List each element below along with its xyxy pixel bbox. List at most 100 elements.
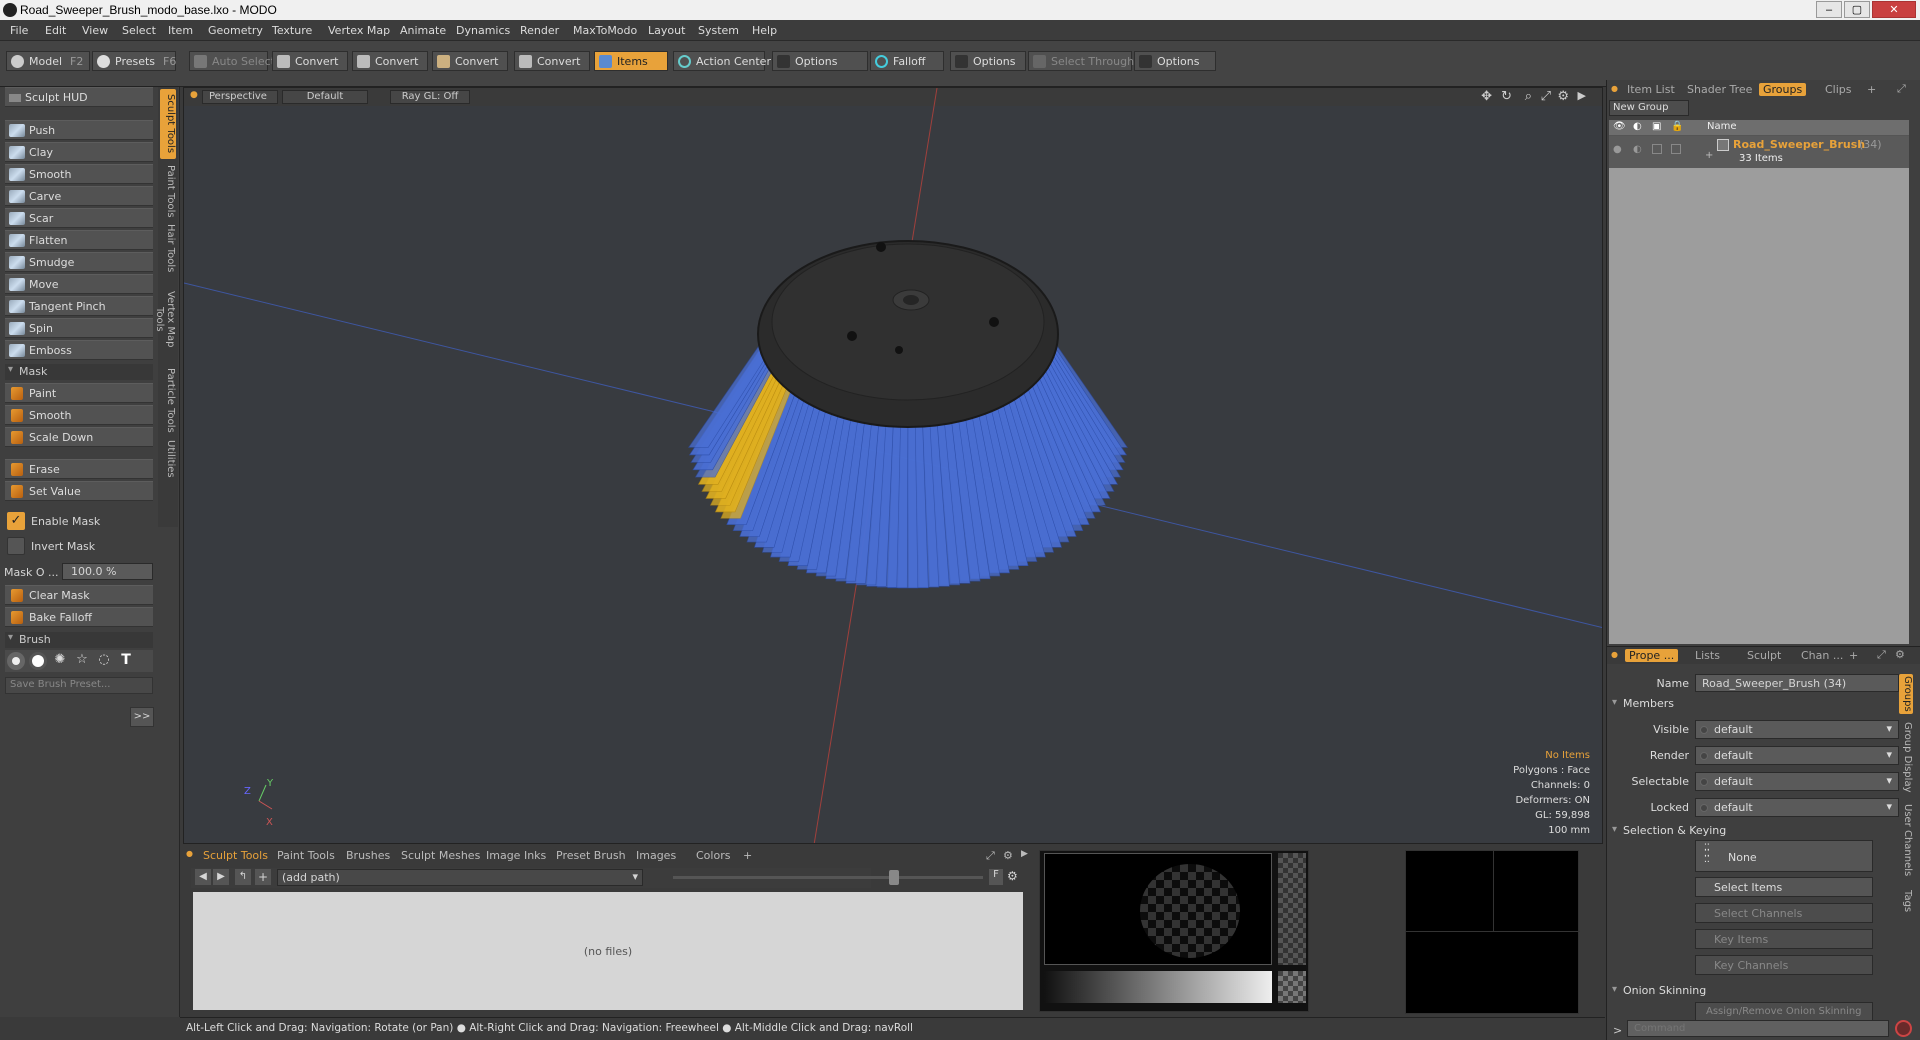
convert-edges-button[interactable]: Convert xyxy=(352,51,428,71)
mask-smooth-button[interactable]: Smooth xyxy=(5,405,153,425)
key-items-button[interactable]: Key Items xyxy=(1695,929,1873,949)
maximize-panel-icon[interactable]: ⤢ xyxy=(1897,82,1906,96)
save-brush-preset-button[interactable]: Save Brush Preset... xyxy=(5,677,153,694)
tab-groups-vertical[interactable]: Groups xyxy=(1899,674,1913,714)
forward-icon[interactable]: ▶ xyxy=(213,869,229,885)
falloff-options-button[interactable]: Options xyxy=(950,51,1026,71)
tab-image-inks[interactable]: Image Inks xyxy=(486,849,546,862)
key-channels-button[interactable]: Key Channels xyxy=(1695,955,1873,975)
none-button[interactable]: ⁚⁚ ⁚⁚ ⁚⁚ None xyxy=(1695,840,1873,872)
set-value-button[interactable]: Set Value xyxy=(5,481,153,501)
tool-emboss[interactable]: Emboss xyxy=(5,340,153,360)
convert-vertices-button[interactable]: Convert xyxy=(272,51,348,71)
tab-paint-tools-bottom[interactable]: Paint Tools xyxy=(277,849,335,862)
close-icon[interactable]: ✕ xyxy=(1872,1,1916,18)
tab-lists[interactable]: Lists xyxy=(1695,649,1720,662)
menu-file[interactable]: File xyxy=(10,24,28,37)
panel-maximize-icon[interactable]: ⤢ xyxy=(986,849,995,863)
select-options-button[interactable]: Options xyxy=(1134,51,1216,71)
browser-settings-icon[interactable]: ⚙ xyxy=(1007,869,1018,883)
up-folder-icon[interactable]: ↰ xyxy=(235,869,251,885)
visibility-toggle-icon[interactable]: ● xyxy=(1613,144,1622,155)
lock-toggle-icon[interactable] xyxy=(1671,144,1681,154)
tab-paint-tools[interactable]: Paint Tools xyxy=(160,163,176,219)
tool-carve[interactable]: Carve xyxy=(5,186,153,206)
new-group-button[interactable]: New Group xyxy=(1609,100,1689,116)
bake-falloff-button[interactable]: Bake Falloff xyxy=(5,607,153,627)
tool-push[interactable]: Push xyxy=(5,120,153,140)
menu-render[interactable]: Render xyxy=(520,24,559,37)
presets-button[interactable]: Presets F6 xyxy=(92,51,176,71)
text-brush-icon[interactable]: T xyxy=(117,652,135,670)
add-tab-icon[interactable]: + xyxy=(1867,83,1876,96)
group-row[interactable]: ● ◐ + Road_Sweeper_Brush (34) 33 Items xyxy=(1609,136,1909,168)
mask-scale-down-button[interactable]: Scale Down xyxy=(5,427,153,447)
menu-system[interactable]: System xyxy=(698,24,739,37)
tab-brushes[interactable]: Brushes xyxy=(346,849,390,862)
brush-section-header[interactable]: Brush xyxy=(5,632,153,648)
locked-dropdown[interactable]: default xyxy=(1695,798,1899,817)
menu-dynamics[interactable]: Dynamics xyxy=(456,24,510,37)
action-center-button[interactable]: Action Center xyxy=(673,51,771,71)
file-list-area[interactable]: (no files) xyxy=(193,892,1023,1010)
tab-sculpt-tools-bottom[interactable]: Sculpt Tools xyxy=(203,849,268,862)
tab-utilities[interactable]: Utilities xyxy=(160,439,176,479)
tool-scar[interactable]: Scar xyxy=(5,208,153,228)
sculpt-hud-button[interactable]: Sculpt HUD xyxy=(5,87,153,107)
tab-tags[interactable]: Tags xyxy=(1899,886,1913,916)
add-path-icon[interactable]: + xyxy=(255,869,271,885)
mask-paint-button[interactable]: Paint xyxy=(5,383,153,403)
tab-preset-brush[interactable]: Preset Brush xyxy=(556,849,626,862)
selection-keying-section[interactable]: Selection & Keying xyxy=(1609,824,1726,837)
selectable-dropdown[interactable]: default xyxy=(1695,772,1899,791)
items-mode-button[interactable]: Items xyxy=(594,51,668,71)
select-items-button[interactable]: Select Items xyxy=(1695,877,1873,897)
model-button[interactable]: Model F2 xyxy=(6,51,90,71)
properties-menu-icon[interactable]: ● xyxy=(1611,650,1618,659)
convert-materials-button[interactable]: Convert xyxy=(514,51,590,71)
onion-skinning-section[interactable]: Onion Skinning xyxy=(1609,984,1706,997)
tab-item-list[interactable]: Item List xyxy=(1627,83,1675,96)
tab-properties[interactable]: Prope ... xyxy=(1625,649,1679,662)
add-tab-icon[interactable]: + xyxy=(743,849,752,862)
tab-vertex-map-tools[interactable]: Vertex Map Tools xyxy=(154,277,176,361)
tab-groups[interactable]: Groups xyxy=(1759,83,1807,96)
select-column-icon[interactable]: ▣ xyxy=(1652,121,1661,132)
3d-viewport[interactable]: ● Perspective Default Ray GL: Off ✥ ↻ ⌕ … xyxy=(183,87,1603,844)
group-name-field[interactable]: Road_Sweeper_Brush (34) xyxy=(1695,674,1899,692)
members-section[interactable]: Members xyxy=(1609,697,1674,710)
action-center-options-button[interactable]: Options xyxy=(772,51,868,71)
render-column-icon[interactable]: ◐ xyxy=(1633,121,1642,132)
panel-arrow-icon[interactable]: ▶ xyxy=(1021,849,1028,859)
path-dropdown[interactable]: (add path) ▾ xyxy=(277,869,643,886)
splatter-brush-icon[interactable]: ✺ xyxy=(51,652,69,670)
expand-toggle-icon[interactable]: + xyxy=(1705,150,1713,161)
menu-edit[interactable]: Edit xyxy=(45,24,66,37)
tab-colors[interactable]: Colors xyxy=(696,849,730,862)
clear-mask-button[interactable]: Clear Mask xyxy=(5,585,153,605)
panel-menu-icon[interactable]: ● xyxy=(186,849,193,858)
command-input[interactable] xyxy=(1627,1020,1889,1037)
tab-images[interactable]: Images xyxy=(636,849,676,862)
tab-group-display[interactable]: Group Display xyxy=(1899,720,1913,794)
minimize-icon[interactable]: ‒ xyxy=(1816,1,1842,18)
lock-column-icon[interactable]: 🔒 xyxy=(1671,121,1683,132)
name-column-header[interactable]: Name xyxy=(1707,121,1737,132)
maximize-prop-icon[interactable]: ⤢ xyxy=(1877,648,1886,662)
select-toggle-icon[interactable] xyxy=(1652,144,1662,154)
mask-opacity-field[interactable]: 100.0 % xyxy=(62,563,153,580)
tab-shader-tree[interactable]: Shader Tree xyxy=(1687,83,1752,96)
visible-dropdown[interactable]: default xyxy=(1695,720,1899,739)
tab-sculpt-meshes[interactable]: Sculpt Meshes xyxy=(401,849,480,862)
menu-texture[interactable]: Texture xyxy=(272,24,312,37)
tool-smooth[interactable]: Smooth xyxy=(5,164,153,184)
onion-skinning-button[interactable]: Assign/Remove Onion Skinning xyxy=(1695,1002,1873,1022)
tool-smudge[interactable]: Smudge xyxy=(5,252,153,272)
menu-vertex-map[interactable]: Vertex Map xyxy=(328,24,390,37)
add-prop-tab-icon[interactable]: + xyxy=(1849,649,1858,662)
erase-button[interactable]: Erase xyxy=(5,459,153,479)
auto-select-button[interactable]: Auto Select xyxy=(189,51,275,71)
menu-select[interactable]: Select xyxy=(122,24,156,37)
menu-geometry[interactable]: Geometry xyxy=(208,24,263,37)
tab-clips[interactable]: Clips xyxy=(1825,83,1852,96)
